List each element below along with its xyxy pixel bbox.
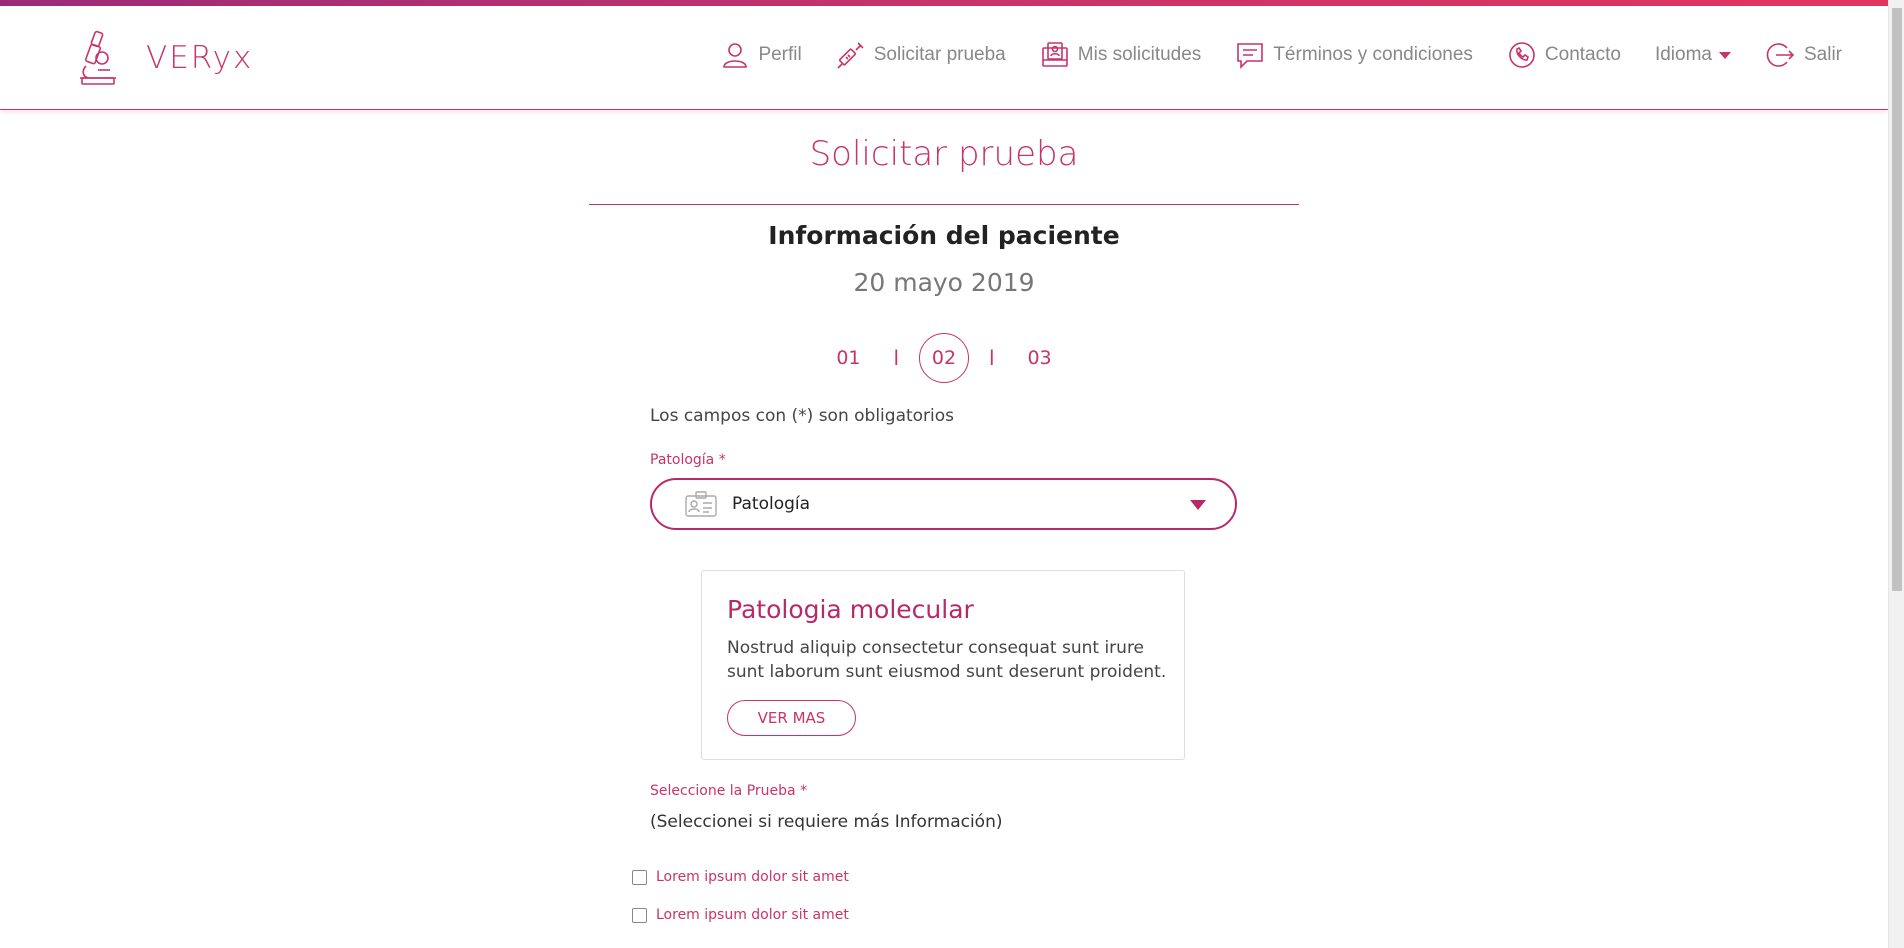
ver-mas-button[interactable]: VER MAS xyxy=(727,700,856,736)
phone-icon xyxy=(1509,42,1535,68)
checkbox-label: Lorem ipsum dolor sit amet xyxy=(656,907,849,923)
test-option[interactable]: Lorem ipsum dolor sit amet xyxy=(632,869,849,885)
header: VERyx Perfil Solicitar prueba Mis solici… xyxy=(0,6,1888,110)
required-fields-note: Los campos con (*) son obligatorios xyxy=(650,406,955,426)
request-date: 20 mayo 2019 xyxy=(853,268,1035,297)
chat-icon xyxy=(1237,43,1264,69)
checkbox-label: Lorem ipsum dolor sit amet xyxy=(656,869,849,885)
chevron-down-icon xyxy=(1190,500,1206,510)
nav-perfil[interactable]: Perfil xyxy=(720,40,802,70)
pathology-select-value: Patología xyxy=(732,494,811,514)
user-icon xyxy=(723,43,748,68)
scrollbar[interactable] xyxy=(1888,0,1904,948)
card-description: Nostrud aliquip consectetur consequat su… xyxy=(727,638,1167,682)
pathology-label: Patología * xyxy=(650,452,726,468)
card-title: Patologia molecular xyxy=(727,595,974,624)
nav-terminos[interactable]: Términos y condiciones xyxy=(1235,40,1473,70)
pathology-select[interactable]: Patología xyxy=(650,478,1237,530)
nav-mis-solicitudes[interactable]: Mis solicitudes xyxy=(1040,40,1202,70)
step-03[interactable]: 03 xyxy=(1015,333,1065,383)
syringe-icon xyxy=(837,42,864,69)
step-separator: l xyxy=(893,346,899,370)
test-label: Seleccione la Prueba * xyxy=(650,783,808,799)
nav-label: Contacto xyxy=(1544,44,1621,65)
id-card-icon xyxy=(685,491,717,517)
nav-label: Mis solicitudes xyxy=(1077,44,1202,65)
step-01[interactable]: 01 xyxy=(823,333,873,383)
logout-icon xyxy=(1766,43,1795,67)
stepper: 01 l 02 l 03 xyxy=(0,333,1888,383)
nav-idioma[interactable]: Idioma xyxy=(1655,44,1732,66)
scrollbar-thumb[interactable] xyxy=(1892,8,1902,591)
nav-label: Salir xyxy=(1803,44,1842,65)
chevron-down-icon xyxy=(1718,52,1731,59)
nav-label: Solicitar prueba xyxy=(873,44,1006,65)
folder-icon xyxy=(1041,42,1068,67)
test-option[interactable]: Lorem ipsum dolor sit amet xyxy=(632,907,849,923)
pathology-info-card: Patologia molecular Nostrud aliquip cons… xyxy=(701,570,1185,760)
nav-label: Términos y condiciones xyxy=(1273,44,1473,65)
checkbox[interactable] xyxy=(632,869,647,885)
nav-label: Idioma xyxy=(1654,44,1712,65)
brand-name: VERyx xyxy=(146,40,254,76)
checkbox[interactable] xyxy=(632,907,647,923)
title-divider xyxy=(589,204,1299,205)
nav-contacto[interactable]: Contacto xyxy=(1507,40,1621,70)
main-nav: Perfil Solicitar prueba Mis solicitudes xyxy=(686,40,1842,70)
microscope-icon xyxy=(80,30,116,85)
nav-salir[interactable]: Salir xyxy=(1766,40,1842,70)
section-title: Información del paciente xyxy=(768,221,1120,250)
page-title: Solicitar prueba xyxy=(809,134,1079,174)
nav-solicitar-prueba[interactable]: Solicitar prueba xyxy=(836,40,1006,70)
test-hint: (Seleccionei si requiere más Información… xyxy=(650,812,1003,832)
step-separator: l xyxy=(989,346,995,370)
nav-label: Perfil xyxy=(758,44,802,65)
logo[interactable]: VERyx xyxy=(76,30,253,86)
step-02-active[interactable]: 02 xyxy=(919,333,969,383)
